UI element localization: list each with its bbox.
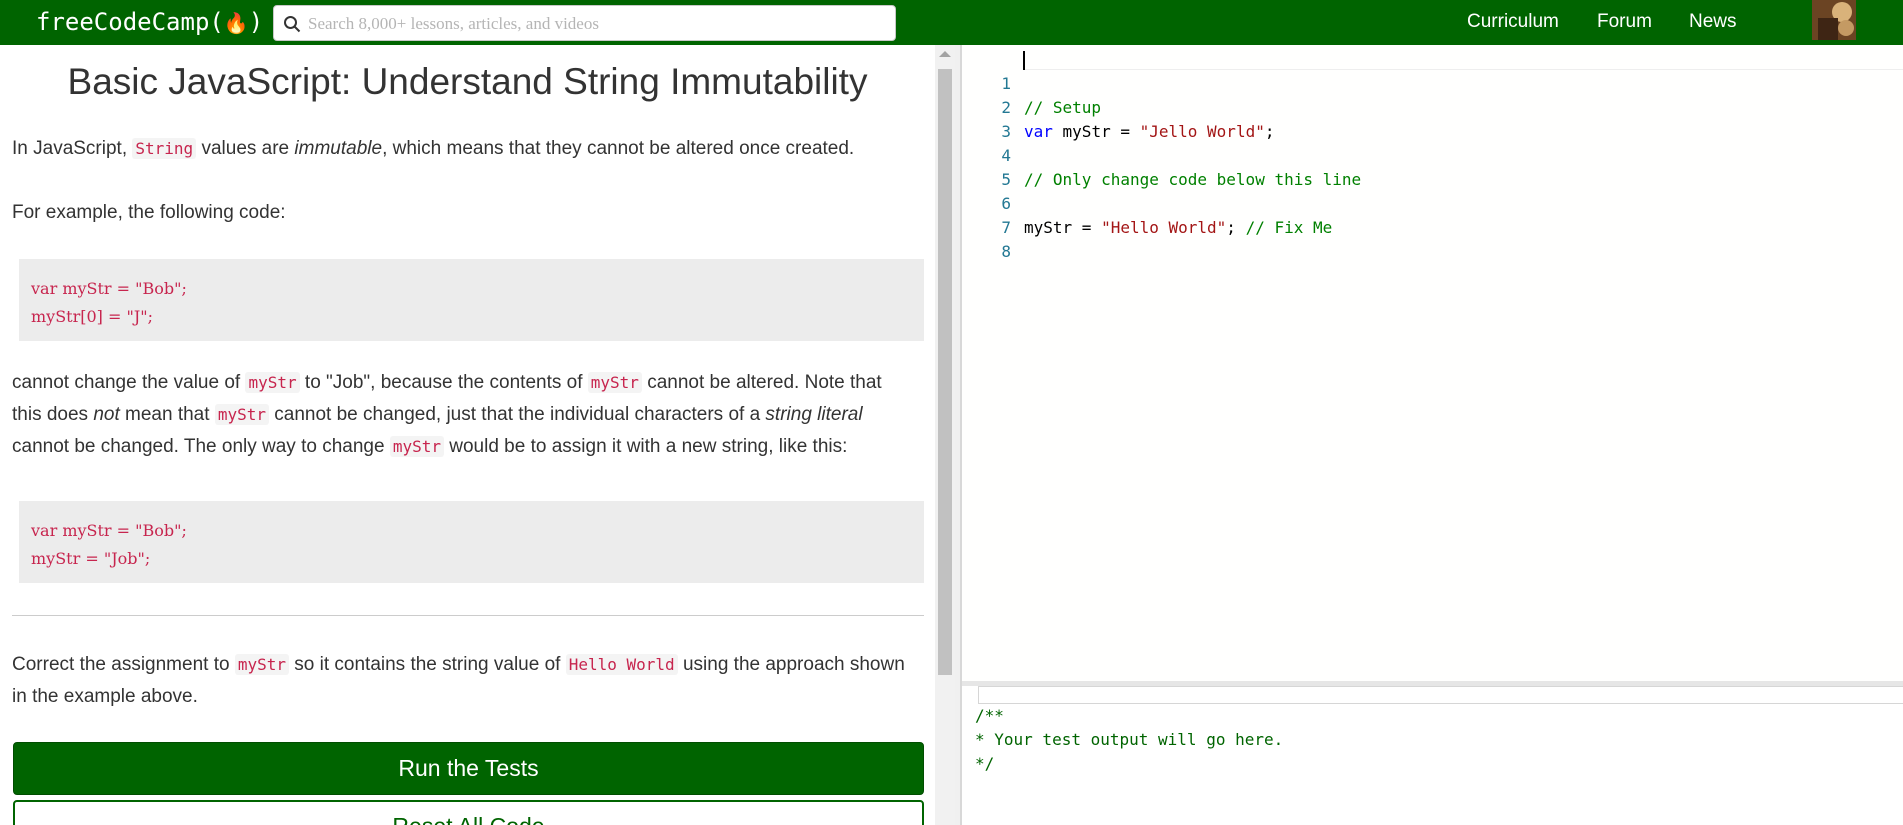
inline-code: myStr: [587, 372, 642, 393]
code-line[interactable]: 4 // Only change code below this line: [962, 120, 1903, 189]
avatar[interactable]: [1812, 0, 1856, 40]
logo-close: ): [248, 8, 264, 36]
emphasis: immutable: [294, 138, 383, 159]
text: would be to assign it with a new string,…: [443, 436, 848, 457]
code-line[interactable]: 1 // Setup: [962, 48, 1903, 117]
description-paragraph-2: For example, the following code:: [12, 202, 286, 223]
code-line[interactable]: 7: [962, 192, 1903, 237]
emphasis: string literal: [765, 404, 863, 425]
nav-link-curriculum[interactable]: Curriculum: [1467, 11, 1559, 33]
freecodecamp-logo[interactable]: freeCodeCamp(🔥): [36, 6, 263, 39]
code-example-2: var myStr = "Bob"; myStr = "Job";: [19, 501, 924, 583]
description-paragraph-1: In JavaScript, String values are immutab…: [12, 133, 912, 165]
avatar-image: [1812, 0, 1856, 40]
emphasis: not: [93, 404, 120, 425]
text: to "Job", because the contents of: [299, 372, 588, 393]
code-line[interactable]: 2 var myStr = "Jello World";: [962, 72, 1903, 141]
code-line[interactable]: 6 myStr = "Hello World"; // Fix Me: [962, 168, 1903, 237]
text: mean that: [119, 404, 215, 425]
code-example-1: var myStr = "Bob"; myStr[0] = "J";: [19, 259, 924, 341]
search-box[interactable]: [273, 5, 896, 41]
text: In JavaScript,: [12, 138, 133, 159]
lesson-title: Basic JavaScript: Understand String Immu…: [67, 61, 868, 102]
test-output: /** * Your test output will go here. */: [975, 706, 1284, 773]
code-line[interactable]: 3: [962, 96, 1903, 141]
logo-text: freeCodeCamp(: [36, 8, 224, 36]
text: cannot be changed, just that the individ…: [268, 404, 766, 425]
navbar: freeCodeCamp(🔥) Curriculum Forum News: [0, 0, 1903, 45]
line-number: 8: [1001, 242, 1011, 261]
inline-code: Hello World: [565, 654, 678, 675]
description-paragraph-3: cannot change the value of myStr to "Job…: [12, 367, 912, 463]
lesson-scrollbar[interactable]: [935, 45, 955, 825]
divider: [12, 615, 924, 616]
flame-icon: 🔥: [223, 11, 249, 35]
inline-code: myStr: [214, 404, 269, 425]
code-line[interactable]: 5: [962, 144, 1903, 189]
inline-code: myStr: [234, 654, 289, 675]
search-icon: [284, 16, 301, 33]
reset-code-button[interactable]: Reset All Code: [13, 800, 924, 825]
scrollbar-thumb[interactable]: [938, 69, 952, 675]
text: Correct the assignment to: [12, 654, 235, 675]
inline-code: String: [132, 138, 197, 159]
search-input[interactable]: [306, 8, 880, 40]
lesson-pane: Basic JavaScript: Understand String Immu…: [0, 45, 935, 825]
text: , which means that they cannot be altere…: [382, 138, 855, 159]
text: so it contains the string value of: [289, 654, 566, 675]
text: cannot change the value of: [12, 372, 246, 393]
code-line[interactable]: 8: [962, 216, 1903, 261]
nav-link-news[interactable]: News: [1689, 11, 1737, 33]
output-header-bar: [978, 686, 1903, 704]
text: cannot be changed. The only way to chang…: [12, 436, 390, 457]
run-tests-button[interactable]: Run the Tests: [13, 742, 924, 795]
scroll-up-arrow-icon[interactable]: [939, 51, 951, 57]
code-editor[interactable]: 1 // Setup 2 var myStr = "Jello World"; …: [962, 45, 1903, 681]
inline-code: myStr: [389, 436, 444, 457]
text-cursor: [1023, 51, 1025, 70]
nav-link-forum[interactable]: Forum: [1597, 11, 1652, 33]
instructions-paragraph: Correct the assignment to myStr so it co…: [12, 649, 912, 713]
inline-code: myStr: [245, 372, 300, 393]
text: values are: [196, 138, 295, 159]
